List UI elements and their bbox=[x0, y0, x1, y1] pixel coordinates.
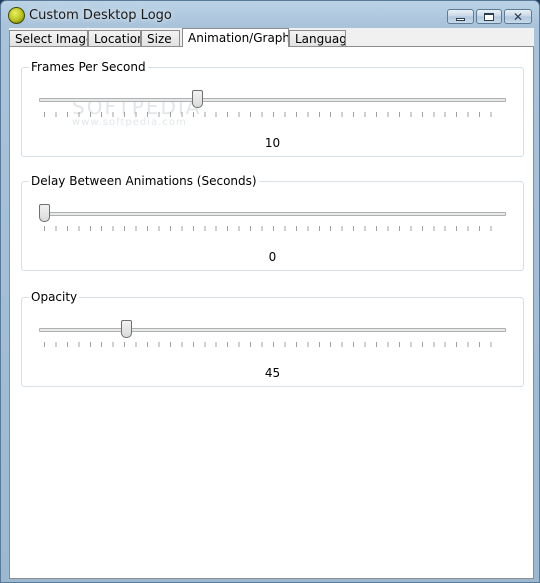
opacity-value: 45 bbox=[264, 366, 281, 380]
opacity-slider-thumb[interactable] bbox=[121, 320, 133, 338]
opacity-group: Opacity 45 bbox=[21, 290, 524, 387]
opacity-label: Opacity bbox=[29, 290, 80, 304]
delay-group: Delay Between Animations (Seconds) 0 bbox=[21, 174, 524, 271]
maximize-button[interactable] bbox=[476, 9, 502, 24]
tab-panel-animation-graphics: SOFTPEDIA www.softpedia.com Frames Per S… bbox=[9, 46, 534, 579]
app-window: Custom Desktop Logo ✕ Select Images Loca… bbox=[0, 0, 540, 583]
tab-strip: Select Images Location Size Animation/Gr… bbox=[9, 28, 534, 47]
window-title: Custom Desktop Logo bbox=[29, 8, 172, 23]
close-icon: ✕ bbox=[512, 9, 524, 24]
tab-select-images[interactable]: Select Images bbox=[9, 30, 88, 46]
fps-group: Frames Per Second 10 bbox=[21, 60, 524, 157]
delay-value: 0 bbox=[268, 250, 277, 264]
opacity-slider-ticks bbox=[44, 342, 502, 347]
close-button[interactable]: ✕ bbox=[504, 9, 532, 24]
tab-language[interactable]: Language bbox=[289, 30, 346, 46]
tab-size[interactable]: Size bbox=[141, 30, 180, 46]
fps-slider-thumb[interactable] bbox=[191, 90, 203, 108]
fps-slider-track[interactable] bbox=[39, 98, 506, 102]
delay-slider-thumb[interactable] bbox=[39, 204, 50, 222]
delay-label: Delay Between Animations (Seconds) bbox=[29, 174, 259, 188]
app-logo-icon[interactable] bbox=[8, 7, 25, 24]
title-bar[interactable]: Custom Desktop Logo ✕ bbox=[1, 1, 539, 29]
fps-label: Frames Per Second bbox=[29, 60, 148, 74]
minimize-button[interactable] bbox=[447, 9, 474, 24]
delay-slider-track[interactable] bbox=[39, 212, 506, 216]
fps-slider-ticks bbox=[44, 112, 502, 117]
opacity-slider-track[interactable] bbox=[39, 328, 506, 332]
tab-animation-graphics[interactable]: Animation/Graphics bbox=[182, 28, 289, 47]
minimize-icon bbox=[456, 17, 465, 21]
fps-value: 10 bbox=[264, 136, 281, 150]
client-area: Select Images Location Size Animation/Gr… bbox=[9, 28, 534, 579]
tab-location[interactable]: Location bbox=[88, 30, 141, 46]
delay-slider-ticks bbox=[44, 226, 502, 231]
maximize-icon bbox=[484, 12, 494, 21]
